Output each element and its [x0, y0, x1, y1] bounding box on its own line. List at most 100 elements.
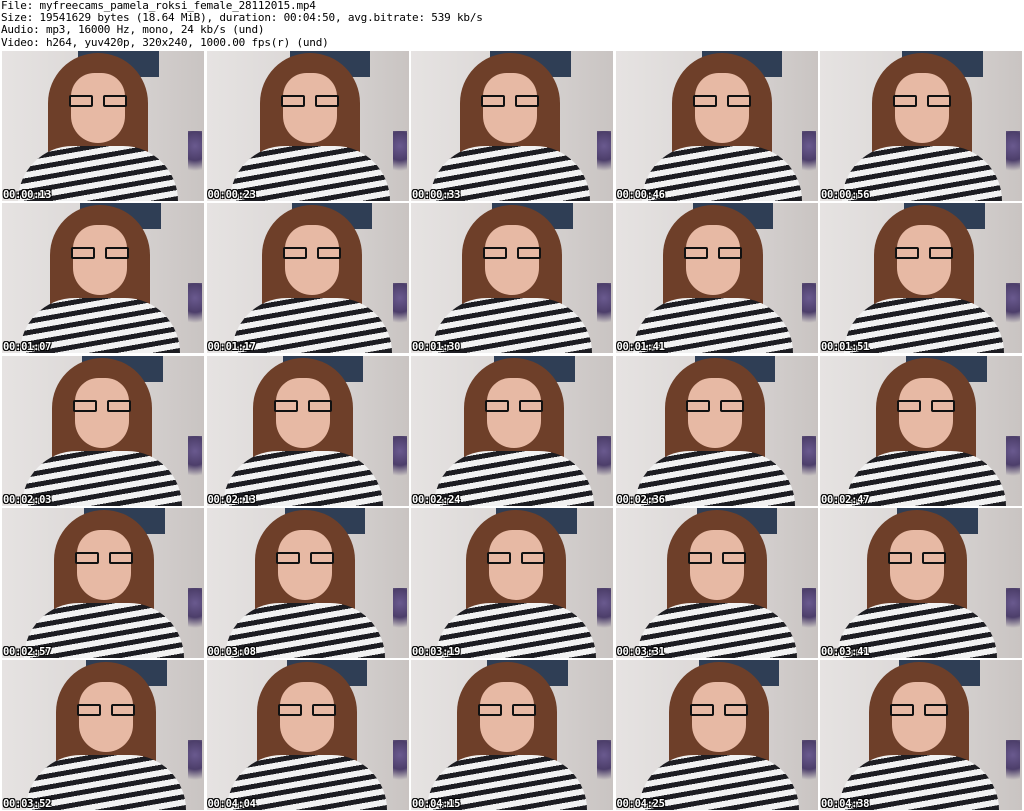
video-thumbnail: 00:01:17 [206, 203, 409, 354]
video-thumbnail: 00:04:04 [206, 660, 409, 810]
video-thumbnail: 00:02:13 [206, 355, 409, 506]
video-thumbnail: 00:03:41 [820, 507, 1022, 658]
plant-decoration [188, 740, 202, 790]
glasses-icon [897, 399, 955, 414]
video-thumbnail: 00:03:19 [411, 507, 613, 658]
plant-decoration [392, 283, 407, 334]
thumbnail-timestamp: 00:01:07 [3, 341, 52, 354]
thumbnail-timestamp: 00:01:30 [412, 341, 461, 354]
thumbnail-timestamp: 00:03:19 [412, 645, 461, 658]
thumbnail-timestamp: 00:02:36 [616, 493, 665, 506]
plant-decoration [188, 283, 202, 334]
plant-decoration [188, 587, 202, 638]
video-thumbnail: 00:00:23 [206, 51, 409, 201]
file-info-header: File: myfreecams_pamela_roksi_female_281… [0, 0, 1024, 50]
glasses-icon [277, 704, 336, 718]
plant-decoration [597, 131, 611, 181]
thumbnail-timestamp: 00:03:31 [616, 645, 665, 658]
plant-decoration [801, 131, 816, 181]
video-thumbnail: 00:04:15 [411, 660, 613, 810]
video-thumbnail: 00:04:25 [615, 660, 818, 810]
video-thumbnail: 00:02:24 [411, 355, 613, 506]
glasses-icon [888, 551, 946, 566]
plant-decoration [188, 435, 202, 486]
thumbnail-timestamp: 00:02:13 [207, 493, 256, 506]
plant-decoration [1006, 740, 1020, 790]
plant-decoration [392, 740, 407, 790]
glasses-icon [485, 399, 543, 414]
video-thumbnail: 00:03:52 [2, 660, 204, 810]
glasses-icon [483, 247, 541, 261]
glasses-icon [692, 95, 751, 109]
thumbnail-timestamp: 00:04:25 [616, 798, 665, 810]
glasses-icon [689, 704, 748, 718]
video-thumbnail: 00:01:51 [820, 203, 1022, 354]
plant-decoration [392, 587, 407, 638]
plant-decoration [597, 740, 611, 790]
thumbnail-timestamp: 00:02:47 [821, 493, 870, 506]
video-thumbnail: 00:02:03 [2, 355, 204, 506]
plant-decoration [801, 283, 816, 334]
glasses-icon [282, 247, 341, 261]
thumbnail-timestamp: 00:02:24 [412, 493, 461, 506]
glasses-icon [77, 704, 135, 718]
video-thumbnail: 00:01:07 [2, 203, 204, 354]
plant-decoration [392, 435, 407, 486]
glasses-icon [687, 551, 746, 566]
video-thumbnail: 00:01:41 [615, 203, 818, 354]
plant-decoration [188, 131, 202, 181]
plant-decoration [597, 283, 611, 334]
video-thumbnail: 00:00:13 [2, 51, 204, 201]
thumbnail-timestamp: 00:00:56 [821, 189, 870, 201]
glasses-icon [685, 399, 744, 414]
plant-decoration [597, 435, 611, 486]
thumbnail-timestamp: 00:04:04 [207, 798, 256, 810]
thumbnail-timestamp: 00:02:57 [3, 645, 52, 658]
glasses-icon [683, 247, 742, 261]
thumbnail-timestamp: 00:03:41 [821, 645, 870, 658]
glasses-icon [75, 551, 133, 566]
video-thumbnail: 00:02:36 [615, 355, 818, 506]
thumbnail-timestamp: 00:02:03 [3, 493, 52, 506]
glasses-icon [73, 399, 131, 414]
thumbnail-timestamp: 00:00:23 [207, 189, 256, 201]
plant-decoration [801, 740, 816, 790]
glasses-icon [890, 704, 948, 718]
thumbnail-timestamp: 00:01:41 [616, 341, 665, 354]
video-thumbnail: 00:02:47 [820, 355, 1022, 506]
video-thumbnail: 00:00:56 [820, 51, 1022, 201]
thumbnail-timestamp: 00:04:15 [412, 798, 461, 810]
video-thumbnail: 00:01:30 [411, 203, 613, 354]
video-thumbnail: 00:00:46 [615, 51, 818, 201]
thumbnail-timestamp: 00:03:08 [207, 645, 256, 658]
glasses-icon [481, 95, 539, 109]
glasses-icon [478, 704, 536, 718]
glasses-icon [895, 247, 953, 261]
plant-decoration [801, 587, 816, 638]
glasses-icon [280, 95, 339, 109]
glasses-icon [487, 551, 545, 566]
plant-decoration [597, 587, 611, 638]
thumbnail-timestamp: 00:01:51 [821, 341, 870, 354]
thumbnail-timestamp: 00:01:17 [207, 341, 256, 354]
video-info-line: Video: h264, yuv420p, 320x240, 1000.00 f… [1, 35, 329, 49]
video-thumbnail: 00:03:31 [615, 507, 818, 658]
plant-decoration [1006, 283, 1020, 334]
glasses-icon [273, 399, 332, 414]
video-thumbnail: 00:04:38 [820, 660, 1022, 810]
thumbnail-timestamp: 00:00:13 [3, 189, 52, 201]
plant-decoration [1006, 435, 1020, 486]
video-thumbnail: 00:02:57 [2, 507, 204, 658]
glasses-icon [275, 551, 334, 566]
thumbnail-timestamp: 00:00:33 [412, 189, 461, 201]
video-thumbnail: 00:03:08 [206, 507, 409, 658]
glasses-icon [71, 247, 129, 261]
thumbnail-grid: 00:00:13 00:00:23 00:00:33 00:00:46 00:00:56… [2, 51, 1022, 810]
plant-decoration [1006, 587, 1020, 638]
glasses-icon [69, 95, 127, 109]
glasses-icon [893, 95, 951, 109]
plant-decoration [392, 131, 407, 181]
audio-info-line: Audio: mp3, 16000 Hz, mono, 24 kb/s (und… [1, 23, 265, 37]
thumbnail-timestamp: 00:04:38 [821, 798, 870, 810]
plant-decoration [801, 435, 816, 486]
